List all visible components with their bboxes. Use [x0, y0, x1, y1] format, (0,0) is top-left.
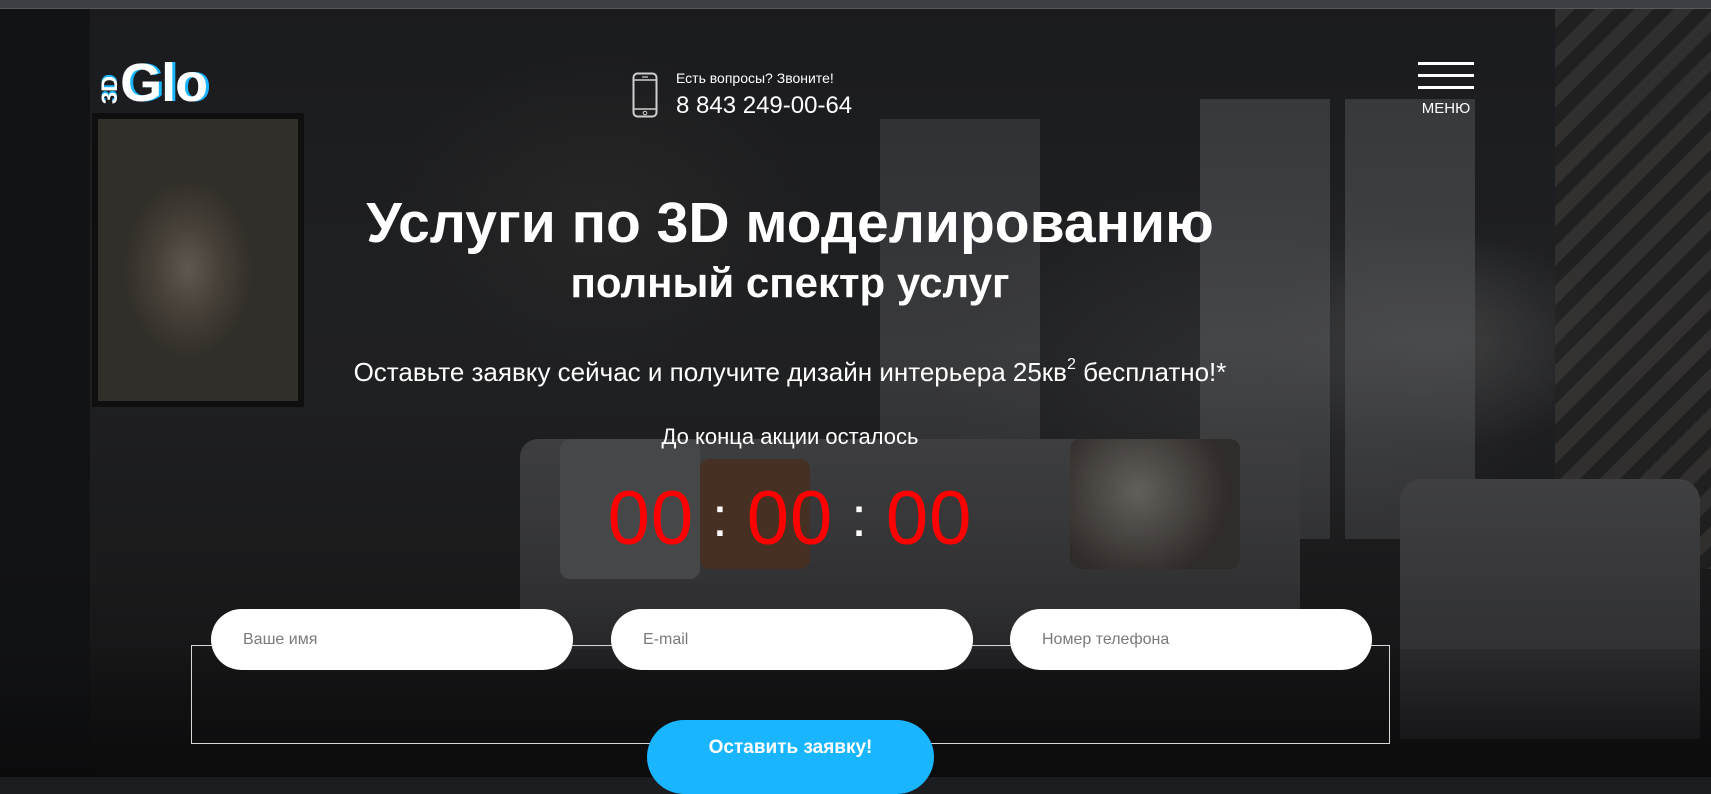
browser-top-strip [0, 0, 1711, 9]
timer-label: До конца акции осталось [661, 424, 919, 449]
timer-seconds: 00 [885, 476, 973, 561]
offer-text: Оставьте заявку сейчас и получите дизайн… [0, 348, 1580, 389]
smartphone-icon [632, 72, 658, 118]
phone-question: Есть вопросы? Звоните! [676, 70, 834, 86]
countdown-timer: 00:00:00 [0, 474, 1580, 562]
menu-label: МЕНЮ [1421, 100, 1471, 117]
offer-superscript: 2 [1067, 356, 1076, 373]
logo[interactable]: 3D Glo [96, 52, 208, 113]
timer-separator: : [712, 485, 729, 548]
timer-separator: : [851, 485, 868, 548]
phone-number-link[interactable]: 8 843 249-00-64 [676, 92, 852, 120]
phone-input[interactable] [1010, 609, 1372, 670]
page-title: Услуги по 3D моделированию [366, 191, 1214, 255]
contact-block: Есть вопросы? Звоните! 8 843 249-00-64 [632, 70, 852, 120]
contact-text: Есть вопросы? Звоните! 8 843 249-00-64 [676, 70, 852, 120]
offer-main: Оставьте заявку сейчас и получите дизайн… [353, 357, 1067, 387]
logo-name: Glo [120, 53, 208, 113]
menu-button[interactable]: МЕНЮ [1416, 62, 1476, 117]
timer-minutes: 00 [746, 476, 834, 561]
page-subtitle: полный спектр услуг [570, 259, 1010, 306]
offer-suffix: бесплатно!* [1075, 357, 1227, 387]
hamburger-icon [1418, 62, 1474, 90]
name-input[interactable] [211, 609, 573, 670]
logo-prefix: 3D [97, 75, 123, 105]
submit-request-button[interactable]: Оставить заявку! [647, 720, 934, 794]
email-input[interactable] [611, 609, 973, 670]
timer-hours: 00 [607, 476, 695, 561]
